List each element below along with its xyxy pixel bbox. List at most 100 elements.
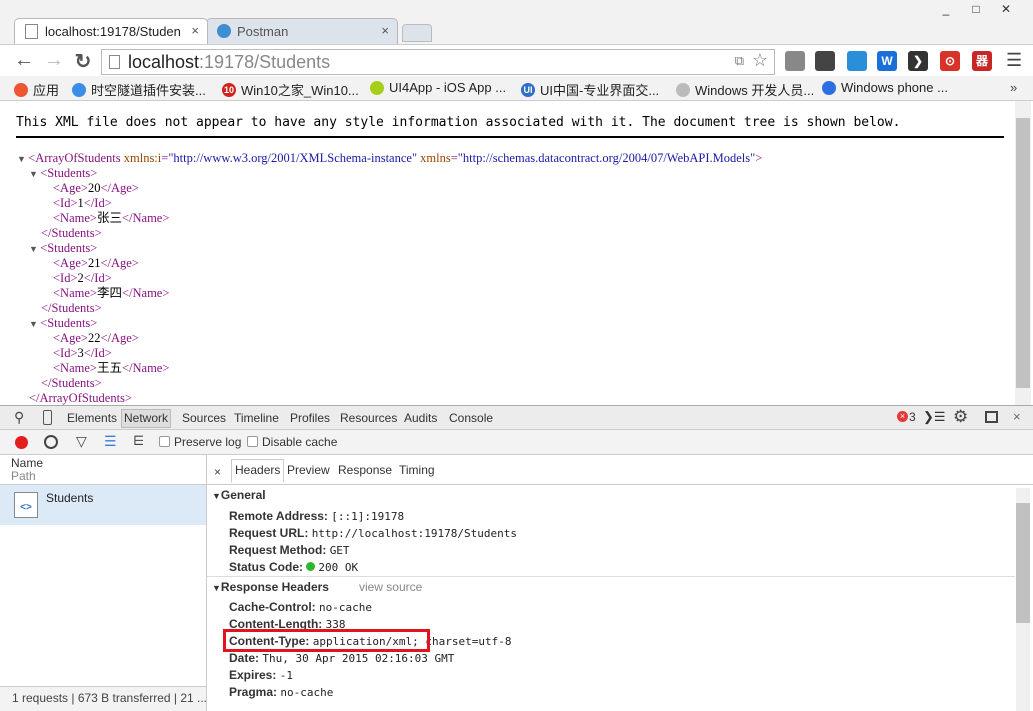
- bookmarks-more-button[interactable]: »: [1010, 80, 1017, 95]
- inspect-search-icon[interactable]: ⚲: [14, 409, 24, 426]
- translate-page-icon[interactable]: ⧉: [735, 53, 744, 69]
- xml-line: <Id>2</Id>: [17, 271, 762, 286]
- ui4app-icon: [370, 80, 384, 95]
- list-view-icon[interactable]: ☰: [104, 433, 117, 450]
- xml-line: <Id>3</Id>: [17, 346, 762, 361]
- minimize-button[interactable]: _: [934, 2, 958, 18]
- netease-music-icon[interactable]: ⊙: [940, 51, 960, 71]
- scrollbar-thumb[interactable]: [1016, 503, 1030, 623]
- bookmark-item[interactable]: UI4App - iOS App ...: [370, 80, 506, 95]
- devtools-tab-resources[interactable]: Resources: [340, 411, 397, 425]
- bookmark-label: Windows 开发人员...: [695, 83, 815, 98]
- devtools-tab-sources[interactable]: Sources: [182, 411, 226, 425]
- bookmark-star-icon[interactable]: ☆: [752, 50, 768, 71]
- column-header[interactable]: Name Path: [11, 457, 43, 483]
- bookmark-item[interactable]: 应用: [14, 80, 59, 99]
- globe-icon: [217, 24, 231, 38]
- header-value: 200 OK: [318, 561, 359, 574]
- devtools-tab-profiles[interactable]: Profiles: [290, 411, 330, 425]
- section-title: General: [220, 488, 266, 502]
- apps-icon: [14, 82, 28, 97]
- devtools-tab-elements[interactable]: Elements: [67, 411, 117, 425]
- console-drawer-icon[interactable]: ❯☰: [923, 409, 946, 425]
- detail-tab-timing[interactable]: Timing: [399, 463, 435, 477]
- dock-side-icon[interactable]: [985, 411, 998, 423]
- request-row-students[interactable]: <> Students: [0, 484, 206, 525]
- disable-cache-checkbox[interactable]: Disable cache: [247, 435, 337, 449]
- response_headers-section-toggle[interactable]: ▼Response Headers view source: [212, 580, 422, 594]
- w-icon[interactable]: W: [877, 51, 897, 71]
- bookmarks-bar: » 应用 时空隧道插件安装... 10 Win10之家_Win10... UI4App …: [0, 76, 1033, 101]
- close-window-button[interactable]: ✕: [994, 2, 1018, 18]
- bracket-icon[interactable]: ❯: [908, 51, 928, 71]
- page-scrollbar[interactable]: [1015, 101, 1031, 405]
- detail-tab-headers[interactable]: Headers: [231, 459, 285, 483]
- xml-tag: <Age>: [53, 181, 88, 195]
- en-icon[interactable]: [815, 51, 835, 71]
- menu-icon[interactable]: ☰: [1006, 50, 1022, 71]
- maximize-button[interactable]: □: [964, 2, 988, 18]
- record-icon[interactable]: [15, 436, 28, 449]
- devtools-tab-console[interactable]: Console: [449, 411, 493, 425]
- request-list: Name Path <> Students 1 requests | 673 B…: [0, 455, 207, 711]
- xml-line: ▼ <Students>: [17, 316, 762, 331]
- devtools-tab-audits[interactable]: Audits: [404, 411, 437, 425]
- status-ok-icon: [306, 562, 316, 571]
- tab-postman[interactable]: Postman ×: [206, 18, 398, 44]
- translate-icon[interactable]: [785, 51, 805, 71]
- filter-icon[interactable]: ▽: [76, 433, 87, 450]
- view-source-link[interactable]: view source: [359, 580, 422, 594]
- general-section-toggle[interactable]: ▼General: [212, 488, 266, 502]
- bookmark-label: 时空隧道插件安装...: [91, 83, 206, 98]
- reload-icon[interactable]: ↻: [71, 49, 95, 74]
- xml-tag: </Id>: [83, 346, 112, 360]
- bookmark-item[interactable]: Windows phone ...: [822, 80, 948, 95]
- scrollbar-thumb[interactable]: [1016, 118, 1030, 388]
- bookmark-label: UI中国-专业界面交...: [540, 83, 660, 98]
- collapse-triangle-icon[interactable]: ▼: [29, 169, 40, 179]
- header-name: Expires:: [229, 668, 277, 682]
- device-mode-icon[interactable]: [43, 410, 52, 425]
- xml-tag: <Name>: [53, 361, 97, 375]
- close-devtools-icon[interactable]: ×: [1013, 409, 1021, 424]
- overview-icon[interactable]: ⋿: [133, 433, 144, 449]
- error-icon[interactable]: ×: [897, 411, 908, 422]
- back-icon[interactable]: ←: [12, 49, 36, 72]
- xml-txt: 20: [87, 181, 101, 195]
- close-tab-icon[interactable]: ×: [191, 23, 199, 38]
- xml-tag: </Name>: [121, 361, 170, 375]
- header-row: Request URL: http://localhost:19178/Stud…: [229, 526, 517, 540]
- address-bar[interactable]: localhost:19178/Students ⧉ ☆: [101, 49, 775, 75]
- bookmark-item[interactable]: UI UI中国-专业界面交...: [521, 80, 659, 99]
- forward-icon[interactable]: →: [42, 49, 66, 72]
- xml-tag: <Id>: [53, 346, 78, 360]
- detail-tab-response[interactable]: Response: [338, 463, 392, 477]
- devtools-tab-timeline[interactable]: Timeline: [234, 411, 279, 425]
- new-tab-button[interactable]: [402, 24, 432, 42]
- close-detail-icon[interactable]: ×: [214, 465, 221, 479]
- xml-tree: ▼ <ArrayOfStudents xmlns:i = "http://www.w…: [17, 151, 762, 405]
- settings-gear-icon[interactable]: ⚙: [953, 407, 968, 427]
- preserve-log-checkbox[interactable]: Preserve log: [159, 435, 241, 449]
- detail-scrollbar[interactable]: [1016, 488, 1030, 711]
- translate-a-icon[interactable]: [847, 51, 867, 71]
- collapse-triangle-icon[interactable]: ▼: [29, 319, 40, 329]
- header-value: no-cache: [280, 686, 334, 699]
- detail-tab-preview[interactable]: Preview: [287, 463, 330, 477]
- red-app-icon[interactable]: 器: [972, 51, 992, 71]
- collapse-triangle-icon[interactable]: ▼: [29, 244, 40, 254]
- xml-txt: 张三: [96, 211, 122, 225]
- devtools-tab-network[interactable]: Network: [121, 409, 172, 428]
- header-row: Expires: -1: [229, 668, 293, 682]
- bookmark-item[interactable]: 时空隧道插件安装...: [72, 80, 206, 99]
- collapse-triangle-icon[interactable]: ▼: [17, 154, 28, 164]
- close-tab-icon[interactable]: ×: [381, 23, 389, 38]
- xml-line: <Age>20</Age>: [17, 181, 762, 196]
- bookmark-item[interactable]: 10 Win10之家_Win10...: [222, 80, 359, 99]
- tab-students[interactable]: localhost:19178/Studen ×: [14, 18, 208, 44]
- error-count[interactable]: 3: [909, 410, 916, 424]
- xml-line: </Students>: [17, 376, 762, 391]
- preserve-log-label: Preserve log: [174, 435, 242, 449]
- clear-icon[interactable]: [44, 435, 58, 449]
- bookmark-item[interactable]: Windows 开发人员...: [676, 80, 814, 99]
